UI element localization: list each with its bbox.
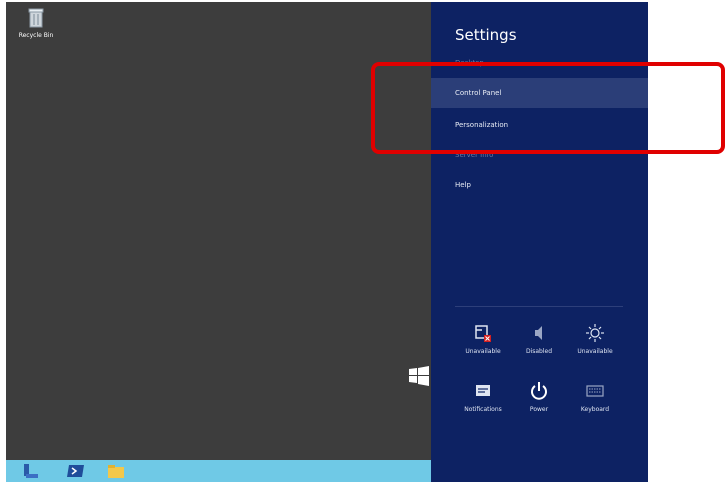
annotation-highlight-box (371, 62, 725, 154)
divider (455, 306, 623, 307)
keyboard-tile[interactable]: Keyboard (567, 380, 623, 413)
keyboard-icon (586, 385, 604, 397)
taskbar (6, 460, 431, 482)
brightness-icon (586, 324, 604, 342)
power-tile[interactable]: Power (511, 380, 567, 413)
powershell-icon[interactable] (66, 462, 86, 480)
tile-label: Unavailable (465, 348, 501, 355)
server-manager-icon[interactable] (20, 462, 40, 480)
volume-icon (535, 326, 542, 340)
menu-item-help[interactable]: Help (431, 170, 648, 200)
tile-label: Notifications (464, 406, 502, 413)
settings-title: Settings (455, 26, 517, 44)
recycle-bin-label: Recycle Bin (18, 32, 54, 39)
desktop-background: Recycle Bin (6, 2, 431, 460)
volume-tile[interactable]: Disabled (511, 322, 567, 355)
tile-label: Unavailable (577, 348, 613, 355)
menu-item-label: Help (455, 181, 471, 189)
recycle-bin-shortcut[interactable]: Recycle Bin (14, 8, 58, 39)
notifications-icon (476, 385, 490, 396)
brightness-tile[interactable]: Unavailable (567, 322, 623, 355)
recycle-bin-icon (28, 8, 44, 28)
tile-label: Disabled (525, 348, 553, 355)
tile-label: Keyboard (580, 406, 610, 413)
file-explorer-icon[interactable] (106, 462, 126, 480)
windows-logo-icon (409, 366, 429, 386)
tile-label: Power (529, 406, 549, 413)
notifications-tile[interactable]: Notifications (455, 380, 511, 413)
power-icon (531, 382, 547, 400)
network-tile[interactable]: Unavailable (455, 322, 511, 355)
network-unavailable-icon (475, 325, 491, 342)
